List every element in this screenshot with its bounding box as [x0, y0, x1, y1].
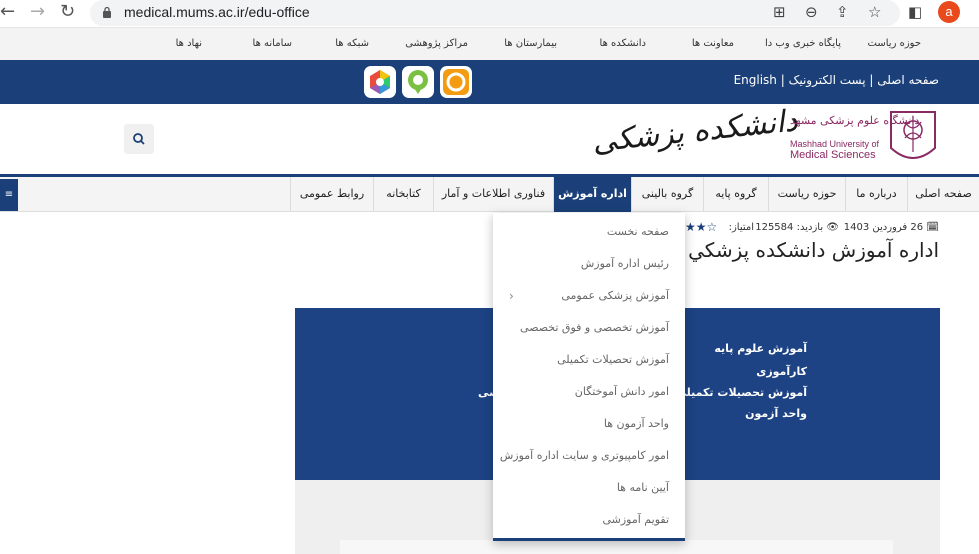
- nav-item-presidency[interactable]: حوزه ریاست: [768, 177, 845, 212]
- toplink[interactable]: دانشکده ها: [600, 38, 646, 49]
- faculty-calligraphy-logo: دانشکده پزشکی: [590, 103, 800, 160]
- app-icon-orange[interactable]: [440, 66, 472, 98]
- back-icon[interactable]: ←: [0, 2, 15, 22]
- calendar-icon: 🗓: [926, 222, 939, 233]
- dropdown-item[interactable]: آموزش تخصصی و فوق تخصصی: [520, 321, 669, 334]
- nav-item-basic-dept[interactable]: گروه پایه: [703, 177, 768, 212]
- bookmark-star-icon[interactable]: ☆: [868, 3, 881, 21]
- dropdown-item[interactable]: آموزش تحصیلات تکمیلی: [557, 353, 669, 366]
- rating-stars[interactable]: ★★☆: [685, 220, 717, 234]
- nav-item-clinical-dept[interactable]: گروه بالینی: [631, 177, 703, 212]
- nav-item-public-relations[interactable]: روابط عمومی: [290, 177, 373, 212]
- search-button[interactable]: [124, 124, 154, 154]
- app-icon-colorful[interactable]: [364, 66, 396, 98]
- visit-count: 👁 بازدید: 125584: [755, 222, 839, 233]
- chevron-right-icon: ›: [509, 289, 514, 303]
- menu-toggle-icon[interactable]: ≡: [0, 179, 18, 211]
- browser-toolbar: ← → ↻ medical.mums.ac.ir/edu-office ⊞ ⊖ …: [0, 0, 979, 28]
- content-link[interactable]: آموزش علوم پایه: [714, 342, 807, 355]
- nav-item-about[interactable]: درباره ما: [845, 177, 907, 212]
- dropdown-item[interactable]: امور کامپیوتری و سایت اداره آموزش: [500, 449, 669, 462]
- rating-label: امتیاز:: [728, 222, 754, 233]
- nav-item-home[interactable]: صفحه اصلی: [907, 177, 979, 212]
- share-icon[interactable]: ⇪: [836, 3, 849, 21]
- app-icon-green[interactable]: [402, 66, 434, 98]
- education-office-dropdown: صفحه نخست رئیس اداره آموزش آموزش پزشکی ع…: [493, 213, 685, 541]
- dropdown-item[interactable]: آموزش پزشکی عمومی: [561, 289, 669, 302]
- content-link[interactable]: کارآموزی: [756, 365, 807, 378]
- url-text: medical.mums.ac.ir/edu-office: [124, 4, 310, 20]
- content-link[interactable]: واحد آزمون: [745, 407, 807, 420]
- dropdown-item[interactable]: واحد آزمون ها: [604, 417, 669, 430]
- toplink[interactable]: نهاد ها: [176, 38, 202, 49]
- forward-icon[interactable]: →: [30, 2, 45, 22]
- content-link[interactable]: آموزش تحصیلات تکمیلی: [676, 386, 807, 399]
- dropdown-item[interactable]: آیین نامه ها: [617, 481, 669, 494]
- zoom-icon[interactable]: ⊖: [805, 3, 818, 21]
- top-quick-links[interactable]: صفحه اصلی | پست الکترونیک | English: [734, 73, 939, 87]
- dropdown-item[interactable]: رئیس اداره آموزش: [581, 257, 669, 270]
- profile-avatar[interactable]: a: [938, 1, 960, 23]
- publish-date: 🗓 26 فروردین 1403: [843, 222, 939, 233]
- toplink[interactable]: معاونت ها: [692, 38, 734, 49]
- side-panel-icon[interactable]: ◧: [908, 3, 922, 21]
- toplink[interactable]: مراکز پژوهشی: [405, 38, 468, 49]
- toplink[interactable]: شبکه ها: [335, 38, 369, 49]
- lock-icon: [103, 6, 111, 18]
- dropdown-item[interactable]: امور دانش آموختگان: [575, 385, 669, 398]
- toplink[interactable]: بیمارستان ها: [504, 38, 557, 49]
- nav-item-it[interactable]: فناوری اطلاعات و آمار: [433, 177, 553, 212]
- toplink[interactable]: سامانه ها: [253, 38, 292, 49]
- content-gray-panel: [340, 540, 893, 554]
- main-navigation: ≡ صفحه اصلی درباره ما حوزه ریاست گروه پا…: [0, 174, 979, 212]
- blue-header-bar: صفحه اصلی | پست الکترونیک | English: [0, 60, 979, 104]
- translate-icon[interactable]: ⊞: [773, 3, 786, 21]
- nav-item-education-office[interactable]: اداره آموزش: [553, 177, 631, 212]
- dropdown-item[interactable]: صفحه نخست: [607, 225, 669, 238]
- page-title: اداره آموزش دانشکده پزشكي: [688, 238, 939, 262]
- eye-icon: 👁: [826, 222, 839, 233]
- toplink[interactable]: پایگاه خبری وب دا: [765, 38, 841, 49]
- reload-icon[interactable]: ↻: [60, 2, 75, 22]
- search-icon: [133, 133, 145, 145]
- top-links-bar: حوزه ریاست پایگاه خبری وب دا معاونت ها د…: [0, 28, 979, 60]
- site-header: دانشکده پزشکی دانشگاه علوم پزشکی مشهد Ma…: [0, 103, 979, 174]
- university-emblem-icon: [890, 111, 936, 159]
- nav-item-library[interactable]: کتابخانه: [373, 177, 433, 212]
- dropdown-item[interactable]: تقویم آموزشی: [602, 513, 669, 526]
- address-bar[interactable]: medical.mums.ac.ir/edu-office ⊞ ⊖ ⇪ ☆: [90, 0, 900, 26]
- toplink[interactable]: حوزه ریاست: [868, 38, 921, 49]
- page: ← → ↻ medical.mums.ac.ir/edu-office ⊞ ⊖ …: [0, 0, 979, 554]
